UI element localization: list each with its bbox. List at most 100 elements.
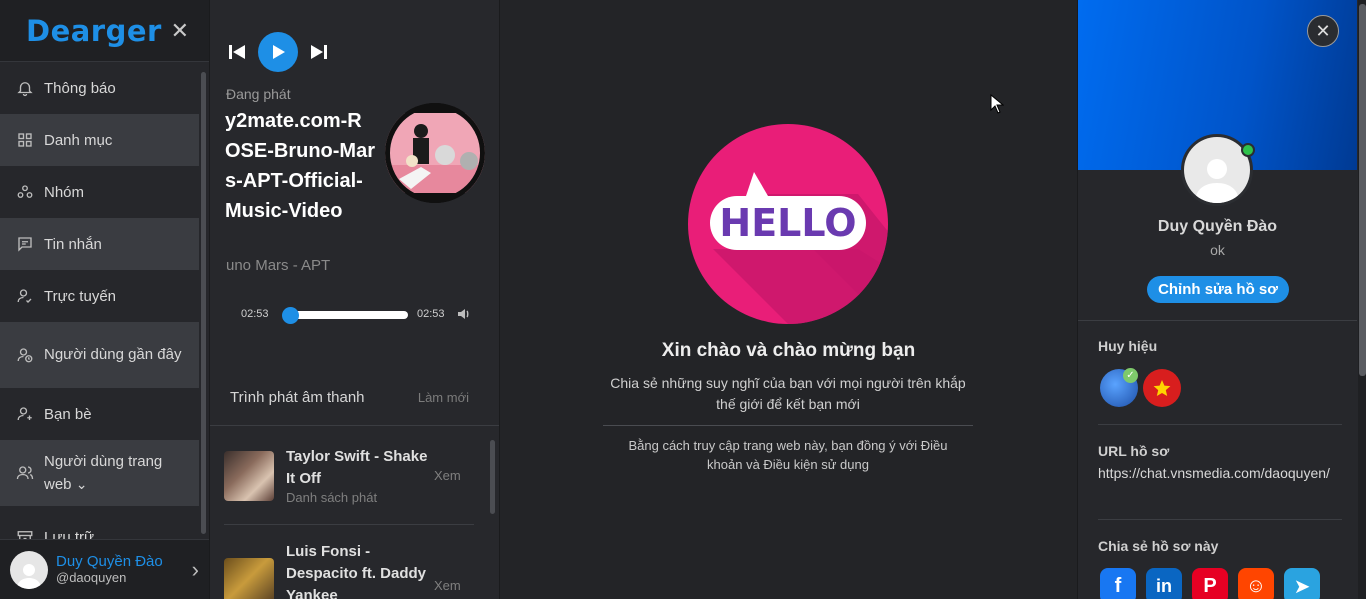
telegram-icon[interactable]: ➤ <box>1284 568 1320 599</box>
welcome-area: HELLO Xin chào và chào mừng bạn Chia sẻ … <box>500 0 1077 599</box>
message-icon <box>16 235 34 253</box>
user-clock-icon <box>16 346 34 364</box>
sidebar-item-groups[interactable]: Nhóm <box>0 166 199 218</box>
sidebar-item-label: Bạn bè <box>44 405 92 423</box>
pinterest-icon[interactable]: P <box>1192 568 1228 599</box>
chevron-down-icon: ⌄ <box>75 475 88 492</box>
scrollbar-thumb[interactable] <box>1359 4 1366 376</box>
sidebar-item-site-users[interactable]: Người dùng trang web ⌄ <box>0 440 199 506</box>
sidebar-nav: Thông báo Danh mục Nhóm Tin nhắn Trực tu… <box>0 62 199 546</box>
music-player: Đang phát y2mate.com-ROSE-Bruno-Mars-APT… <box>210 0 500 599</box>
previous-track-icon[interactable] <box>228 43 246 61</box>
player-controls <box>228 32 328 72</box>
list-item[interactable]: Luis Fonsi - Despacito ft. Daddy Yankee … <box>224 540 474 599</box>
terms-text: Bằng cách truy cập trang web này, bạn đồ… <box>628 438 948 472</box>
user-check-icon <box>16 287 34 305</box>
profile-url[interactable]: https://chat.vnsmedia.com/daoquyen/ <box>1098 462 1338 484</box>
current-user-name: Duy Quyền Đào <box>56 553 163 571</box>
verified-check-icon: ✓ <box>1123 368 1138 383</box>
song-thumbnail <box>224 558 274 599</box>
sidebar-item-label: Tin nhắn <box>44 235 102 253</box>
play-icon <box>273 45 285 59</box>
album-cover <box>385 103 485 203</box>
now-playing-label: Đang phát <box>226 86 291 102</box>
sidebar-header: Dearger ✕ <box>0 0 209 62</box>
song-name: Luis Fonsi - Despacito ft. Daddy Yankee <box>286 543 427 599</box>
sidebar-item-friends[interactable]: Bạn bè <box>0 388 199 440</box>
current-user-handle: @daoquyen <box>56 569 127 585</box>
profile-scrollbar[interactable] <box>1358 0 1366 599</box>
refresh-button[interactable]: Làm mới <box>418 390 469 405</box>
sidebar-item-online[interactable]: Trực tuyến <box>0 270 199 322</box>
close-icon: ✕ <box>1315 20 1331 41</box>
welcome-title: Xin chào và chào mừng bạn <box>661 340 916 361</box>
list-item[interactable]: Taylor Swift - Shake It Off Danh sách ph… <box>224 446 474 505</box>
avatar <box>10 550 48 589</box>
volume-icon[interactable] <box>457 307 471 326</box>
close-profile-button[interactable]: ✕ <box>1307 15 1339 47</box>
play-button[interactable] <box>258 32 298 72</box>
facebook-icon[interactable]: f <box>1100 568 1136 599</box>
divider <box>1098 519 1342 520</box>
vietnam-flag-icon[interactable] <box>1143 369 1181 407</box>
view-button[interactable]: Xem <box>434 468 474 483</box>
playlist-title: Trình phát âm thanh <box>230 389 365 406</box>
sidebar-item-categories[interactable]: Danh mục <box>0 114 199 166</box>
sidebar-item-label: Danh mục <box>44 131 113 149</box>
sidebar-item-text: Người dùng trang web <box>44 452 163 493</box>
sidebar-item-label: Trực tuyến <box>44 287 117 305</box>
song-thumbnail <box>224 450 274 501</box>
hello-text: HELLO <box>719 201 856 245</box>
sidebar-item-notifications[interactable]: Thông báo <box>0 62 199 114</box>
progress-bar[interactable] <box>284 311 408 319</box>
current-user[interactable]: Duy Quyền Đào @daoquyen › <box>0 539 209 599</box>
user-plus-icon <box>16 405 34 423</box>
progress-knob[interactable] <box>282 307 299 324</box>
current-time: 02:53 <box>241 308 269 320</box>
sidebar-scrollbar[interactable] <box>201 72 206 534</box>
sidebar-item-label: Người dùng trang web ⌄ <box>44 451 174 496</box>
song-info: Luis Fonsi - Despacito ft. Daddy Yankee <box>286 541 434 599</box>
users-icon <box>16 464 34 482</box>
profile-name: Duy Quyền Đào <box>1157 218 1278 235</box>
sidebar-item-messages[interactable]: Tin nhắn <box>0 218 199 270</box>
current-user-names: Duy Quyền Đào @daoquyen <box>56 553 184 585</box>
track-title: y2mate.com-ROSE-Bruno-Mars-APT-Official-… <box>225 110 375 222</box>
sidebar-item-label: Người dùng gần đây <box>44 346 182 363</box>
mouse-cursor-icon <box>990 94 1004 114</box>
app-root: Dearger ✕ Thông báo Danh mục Nhóm Tin nh… <box>0 0 1366 599</box>
sidebar-item-recent-users[interactable]: Người dùng gần đây <box>0 322 199 388</box>
welcome-description: Chia sẻ những suy nghĩ của bạn với mọi n… <box>610 375 966 412</box>
divider <box>603 425 973 426</box>
divider <box>1078 320 1357 321</box>
divider <box>224 524 474 525</box>
divider <box>1098 424 1342 425</box>
profile-url-label: URL hồ sơ <box>1098 443 1170 459</box>
chevron-right-icon[interactable]: › <box>192 557 199 583</box>
online-status-dot <box>1241 143 1255 157</box>
bell-icon <box>16 79 34 97</box>
playlist-scrollbar[interactable] <box>490 440 495 514</box>
sidebar-item-label: Nhóm <box>44 183 85 201</box>
track-subtitle: uno Mars - APT <box>226 257 331 274</box>
share-label: Chia sẻ hồ sơ này <box>1098 538 1219 554</box>
hello-illustration: HELLO <box>688 124 888 324</box>
close-icon[interactable]: ✕ <box>171 19 189 42</box>
sidebar: Dearger ✕ Thông báo Danh mục Nhóm Tin nh… <box>0 0 210 599</box>
next-track-icon[interactable] <box>310 43 328 61</box>
reddit-icon[interactable]: ☺ <box>1238 568 1274 599</box>
profile-status: ok <box>1210 242 1225 258</box>
profile-panel: ✕ Duy Quyền Đào ok Chỉnh sửa hồ sơ Huy h… <box>1077 0 1366 599</box>
group-icon <box>16 183 34 201</box>
total-time: 02:53 <box>417 308 445 320</box>
song-category: Danh sách phát <box>286 490 378 505</box>
linkedin-icon[interactable]: in <box>1146 568 1182 599</box>
view-button[interactable]: Xem <box>434 578 474 593</box>
song-info: Taylor Swift - Shake It Off Danh sách ph… <box>286 446 434 505</box>
sidebar-item-label: Thông báo <box>44 79 116 97</box>
song-name: Taylor Swift - Shake It Off <box>286 448 428 487</box>
playlist-header: Trình phát âm thanh Làm mới <box>210 370 499 426</box>
edit-profile-button[interactable]: Chỉnh sửa hồ sơ <box>1147 276 1289 303</box>
app-logo[interactable]: Dearger <box>26 14 162 48</box>
badges-label: Huy hiệu <box>1098 338 1158 354</box>
